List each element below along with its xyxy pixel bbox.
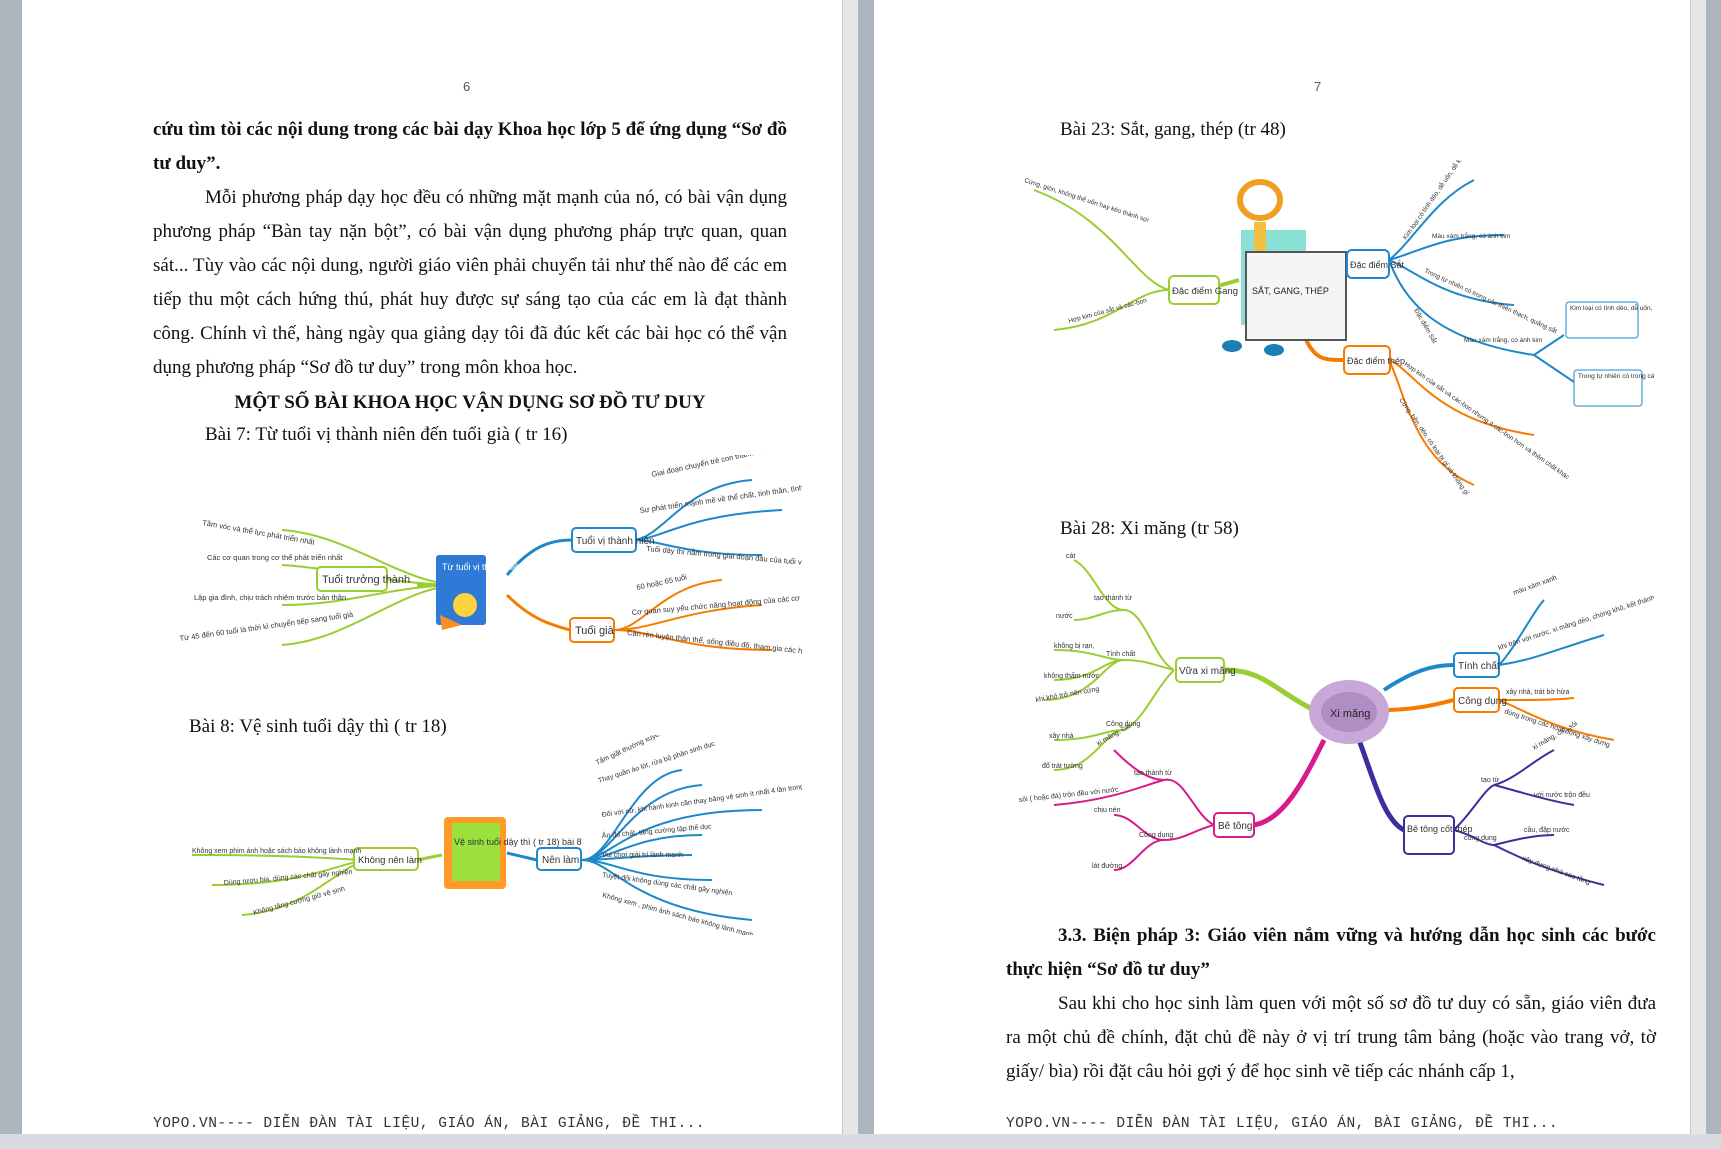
- mm28-ct1: tạo từ: [1481, 777, 1500, 784]
- mm7-vtn2: Sự phát triển mạnh mẽ về thể chất, tinh …: [639, 471, 802, 514]
- mm7-branch-tt: Tuổi trưởng thành: [322, 574, 410, 586]
- section-heading: MỘT SỐ BÀI KHOA HỌC VẬN DỤNG SƠ ĐỒ TƯ DU…: [234, 392, 706, 413]
- mm28-branch-btct: Bê tông cốt thép: [1407, 824, 1473, 834]
- mm7-branch-gia: Tuổi già: [575, 625, 615, 637]
- mm23-branch-thep: Đặc điểm thép: [1347, 356, 1405, 366]
- lesson7-caption: Bài 7: Từ tuổi vị thành niên đến tuổi gi…: [205, 424, 568, 445]
- mm28-ct5: cầu, đập nước: [1524, 825, 1570, 834]
- mm23-s6: Kim loại có tính dẻo, dễ uốn, dễ kéo thà…: [1570, 303, 1654, 312]
- mm7-branch-vtn: Tuổi vị thành niên: [576, 535, 655, 547]
- measure-heading: 3.3. Biện pháp 3: Giáo viên nắm vững và …: [1006, 925, 1656, 980]
- page-footer: YOPO.VN---- DIỄN ĐÀN TÀI LIỆU, GIÁO ÁN, …: [1006, 1116, 1559, 1132]
- vertical-scrollbar[interactable]: [1690, 0, 1706, 1134]
- mm23-center: SẮT, GANG, THÉP: [1252, 286, 1329, 296]
- mm28-v2: tạo thành từ: [1094, 595, 1132, 602]
- body-paragraph: Mỗi phương pháp dạy học đều có những mặt…: [153, 187, 787, 378]
- mm28-bt3: sỏi ( hoặc đá) trộn đều với nước: [1018, 785, 1119, 804]
- mm28-v5: Tính chất: [1106, 649, 1135, 658]
- mm8-branch-khong: Không nên làm: [358, 855, 422, 866]
- intro-bold-text: cứu tìm tòi các nội dung trong các bài d…: [153, 119, 787, 174]
- mm8-k1: Không xem phim ảnh hoặc sách báo không l…: [192, 848, 361, 855]
- document-page-7: 7 Bài 23: Sắt, gang, thép (tr 48) SẮT, G…: [874, 0, 1706, 1134]
- mm7-vtn3: Tuổi dậy thì nằm trong giai đoạn đầu của…: [646, 544, 802, 570]
- mm8-center: Vệ sinh tuổi dậy thì ( tr 18) bài 8: [454, 837, 582, 847]
- mindmap-lesson28: Xi măng Vữa xi măng Bê tông Tính chất Cô…: [1018, 553, 1654, 886]
- mm28-branch-vua: Vữa xi măng: [1179, 666, 1236, 677]
- mm28-v9: xây nhà: [1049, 733, 1074, 740]
- document-page-6: 6 cứu tìm tòi các nội dung trong các bài…: [22, 0, 858, 1134]
- mm8-n4: Ăn đủ chất, tăng cường tập thể dục: [601, 821, 712, 840]
- mm7-vtn1: Giai đoạn chuyển trẻ con thành người lớn: [651, 455, 789, 479]
- mm28-v6: không thấm nước: [1044, 671, 1100, 680]
- mm23-s5: Màu xám trắng, có ánh kim: [1464, 335, 1542, 344]
- mm8-k2: Dùng rượu bia, dùng các chất gây nghiện: [223, 867, 353, 887]
- mm28-ct4: công dụng: [1464, 835, 1497, 842]
- mm28-v3: nước: [1056, 613, 1073, 620]
- mm28-center: Xi măng: [1330, 708, 1370, 720]
- mm28-bt6: lát đường: [1092, 863, 1122, 870]
- mm23-s1: Kim loại có tính dẻo, dễ uốn, dễ kéo thà…: [1400, 160, 1483, 241]
- mm8-n2: Thay quần áo lót, rửa bộ phận sinh dục: [597, 738, 716, 784]
- lesson23-caption: Bài 23: Sắt, gang, thép (tr 48): [1060, 119, 1286, 140]
- mm23-g1: Cứng, giòn, không thể uốn hay kéo thành …: [1023, 175, 1150, 224]
- mm28-ct3: với nước trộn đều: [1534, 790, 1590, 799]
- mindmap-lesson23: SẮT, GANG, THÉP Đặc điểm Gang Đặc điểm S…: [1023, 160, 1654, 497]
- mm28-v4: không bị rạn,: [1054, 643, 1095, 650]
- mm28-branch-betong: Bê tông: [1218, 821, 1252, 832]
- mm23-t1: Hợp kim của sắt và các-bon nhưng ít các-…: [1403, 359, 1572, 481]
- mm28-branch-congdung: Công dụng: [1458, 696, 1507, 707]
- mm7-tt3: Lập gia đình, chịu trách nhiệm trước bản…: [194, 593, 346, 602]
- mm28-cd1: xây nhà, trát bờ hừa: [1506, 689, 1569, 696]
- mm23-s4: Đặc điểm Sắt: [1412, 307, 1439, 345]
- mm23-branch-sat: Đặc điểm Sắt: [1350, 260, 1405, 270]
- horizontal-scrollbar[interactable]: [0, 1134, 1721, 1149]
- mm23-s7: Trong tự nhiên có trong các thiên thạch,…: [1578, 371, 1654, 380]
- mindmap-lesson7: Từ tuổi vị thành niên đến tuổi già Tuổi …: [179, 455, 802, 661]
- page-number: 6: [463, 79, 471, 94]
- mm23-s3: Trong tự nhiên có trong các thiên thạch,…: [1423, 266, 1559, 336]
- mm8-n6: Tuyệt đối không dùng các chất gây nghiện: [602, 870, 733, 897]
- mindmap-lesson8: Vệ sinh tuổi dậy thì ( tr 18) bài 8 Nên …: [191, 735, 802, 935]
- mm7-gia1: 60 hoặc 65 tuổi: [636, 572, 688, 592]
- mm28-v10: đổ trát tường: [1042, 762, 1083, 770]
- mm28-tc1: màu xám xanh: [1512, 575, 1558, 597]
- mm23-g2: Hợp kim của sắt và các-bon: [1067, 295, 1148, 325]
- mm28-branch-tinhchat: Tính chất: [1458, 660, 1500, 672]
- mm7-tt2: Các cơ quan trong cơ thể phát triển nhất: [207, 553, 343, 562]
- mm28-cd2: dùng trong các hoạt động xây dựng: [1503, 708, 1610, 749]
- mm8-n5: Vui chơi giải trí lành mạnh: [602, 852, 683, 859]
- mm28-bt4: chịu nén: [1094, 807, 1121, 814]
- mm28-ct6: xây dựng nhà cao tầng: [1521, 853, 1591, 886]
- mm7-center: Từ tuổi vị thành niên đến tuổi già: [442, 562, 573, 572]
- mm23-t2: Cứng, bền, dẻo, có loại bị gỉ và không g…: [1397, 396, 1471, 497]
- page-edge-bar: [842, 0, 858, 1134]
- mm28-bt5: Công dụng: [1139, 832, 1173, 839]
- mm8-k3: Không tăng cường giữ vệ sinh: [253, 886, 346, 917]
- mm8-branch-nen: Nên làm: [542, 855, 579, 866]
- mm23-s2: Màu xám trắng, có ánh kim: [1432, 231, 1510, 240]
- mm8-n7: Không xem , phim ảnh sách báo không lành…: [601, 892, 755, 935]
- mm28-v1: cát: [1066, 553, 1075, 560]
- page-number: 7: [1314, 79, 1322, 94]
- mm7-gia2: Cơ quan suy yếu chức năng hoạt động của …: [631, 589, 802, 617]
- mm28-v7: khi khô trở nên cứng: [1035, 685, 1100, 704]
- mm23-branch-gang: Đặc điểm Gang: [1172, 286, 1238, 297]
- mm28-bt2: tạo thành từ: [1134, 770, 1172, 777]
- mm7-gia3: Cần rèn luyện thân thể, sống điều độ, th…: [627, 628, 802, 661]
- page-footer: YOPO.VN---- DIỄN ĐÀN TÀI LIỆU, GIÁO ÁN, …: [153, 1116, 706, 1132]
- body-paragraph: Sau khi cho học sinh làm quen với một số…: [1006, 993, 1656, 1082]
- mm7-tt4: Từ 45 đến 60 tuổi là thời kì chuyển tiếp…: [179, 610, 354, 643]
- lesson28-caption: Bài 28: Xi măng (tr 58): [1060, 518, 1239, 539]
